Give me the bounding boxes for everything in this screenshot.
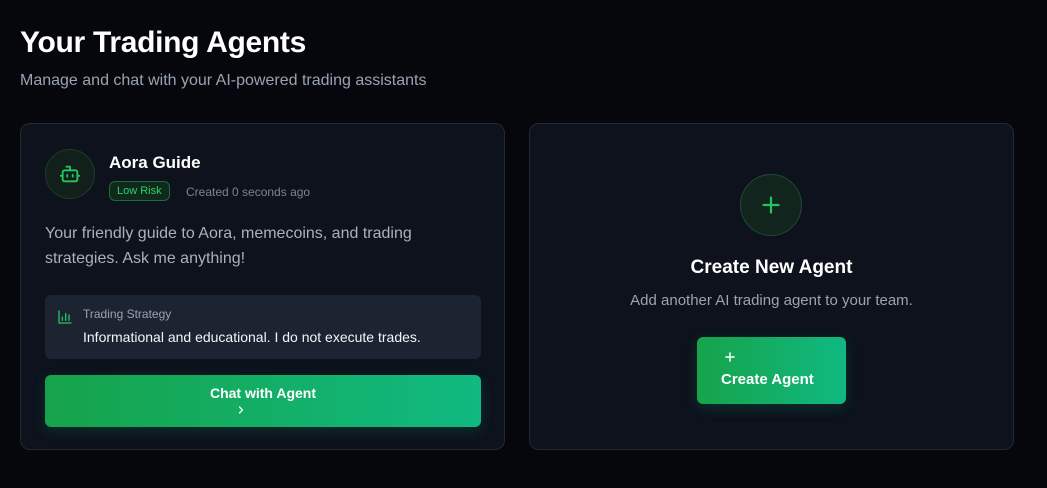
chevron-right-icon: [238, 406, 244, 414]
bar-chart-icon: [58, 310, 72, 324]
plus-icon: [725, 352, 735, 362]
created-timestamp: Created 0 seconds ago: [186, 185, 311, 199]
create-agent-button-label: Create Agent: [721, 371, 814, 388]
robot-icon: [59, 165, 81, 183]
trading-agents-page: Your Trading Agents Manage and chat with…: [0, 0, 1047, 488]
page-subtitle: Manage and chat with your AI-powered tra…: [20, 72, 427, 89]
create-agent-icon-circle: [740, 174, 802, 236]
agent-name: Aora Guide: [109, 153, 201, 172]
agent-description: Your friendly guide to Aora, memecoins, …: [45, 225, 412, 267]
strategy-label: Trading Strategy: [83, 307, 172, 321]
chat-button-label: Chat with Agent: [209, 385, 317, 401]
agent-card: Aora Guide Low Risk Created 0 seconds ag…: [20, 123, 505, 450]
agent-avatar: [45, 149, 95, 199]
page-title: Your Trading Agents: [20, 26, 306, 59]
chat-with-agent-button[interactable]: Chat with Agent: [45, 375, 481, 427]
create-agent-card[interactable]: Create New Agent Add another AI trading …: [529, 123, 1014, 450]
plus-icon: [762, 196, 780, 214]
create-agent-subtitle: Add another AI trading agent to your tea…: [630, 292, 913, 309]
risk-badge: Low Risk: [109, 181, 170, 201]
create-agent-title: Create New Agent: [690, 257, 853, 278]
create-agent-button[interactable]: Create Agent: [697, 337, 846, 404]
strategy-text: Informational and educational. I do not …: [83, 329, 421, 345]
trading-strategy-box: Trading Strategy Informational and educa…: [45, 295, 481, 359]
